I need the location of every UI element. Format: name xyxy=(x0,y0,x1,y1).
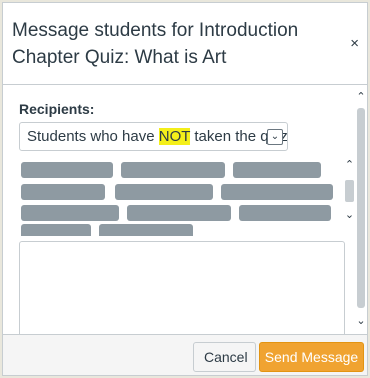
student-chip[interactable] xyxy=(21,205,119,221)
message-students-dialog: Message students for Introduction Chapte… xyxy=(2,2,368,376)
chevron-down-icon[interactable]: ⌄ xyxy=(267,129,283,145)
dialog-footer: Cancel Send Message xyxy=(3,334,367,375)
student-chip[interactable] xyxy=(21,224,91,236)
student-chip[interactable] xyxy=(127,205,231,221)
scroll-thumb[interactable] xyxy=(345,180,354,202)
recipients-label: Recipients: xyxy=(19,101,95,117)
scroll-thumb[interactable] xyxy=(357,108,365,308)
student-chip[interactable] xyxy=(221,184,333,200)
dialog-scrollbar[interactable]: ⌃ ⌄ xyxy=(355,86,367,334)
student-chip[interactable] xyxy=(21,184,105,200)
student-chip[interactable] xyxy=(239,205,331,221)
cancel-button[interactable]: Cancel xyxy=(193,342,256,372)
select-text-prefix: Students who have xyxy=(27,128,159,145)
recipients-select[interactable]: Students who have NOT taken the quiz ⌄ xyxy=(19,122,288,151)
student-list[interactable] xyxy=(19,160,343,236)
student-chip[interactable] xyxy=(99,224,193,236)
dialog-title: Message students for Introduction Chapte… xyxy=(12,20,299,68)
select-text-highlight: NOT xyxy=(158,128,191,145)
student-chip[interactable] xyxy=(233,162,321,178)
dialog-header: Message students for Introduction Chapte… xyxy=(3,3,367,85)
message-textarea[interactable] xyxy=(19,241,345,337)
student-chip[interactable] xyxy=(121,162,225,178)
student-chip[interactable] xyxy=(115,184,213,200)
chevron-up-icon[interactable]: ⌃ xyxy=(355,90,367,103)
close-icon[interactable]: × xyxy=(350,36,359,52)
dialog-body: Recipients: Students who have NOT taken … xyxy=(3,86,367,337)
send-message-button[interactable]: Send Message xyxy=(259,342,364,372)
student-chip[interactable] xyxy=(21,162,113,178)
chevron-down-icon[interactable]: ⌄ xyxy=(355,314,367,327)
